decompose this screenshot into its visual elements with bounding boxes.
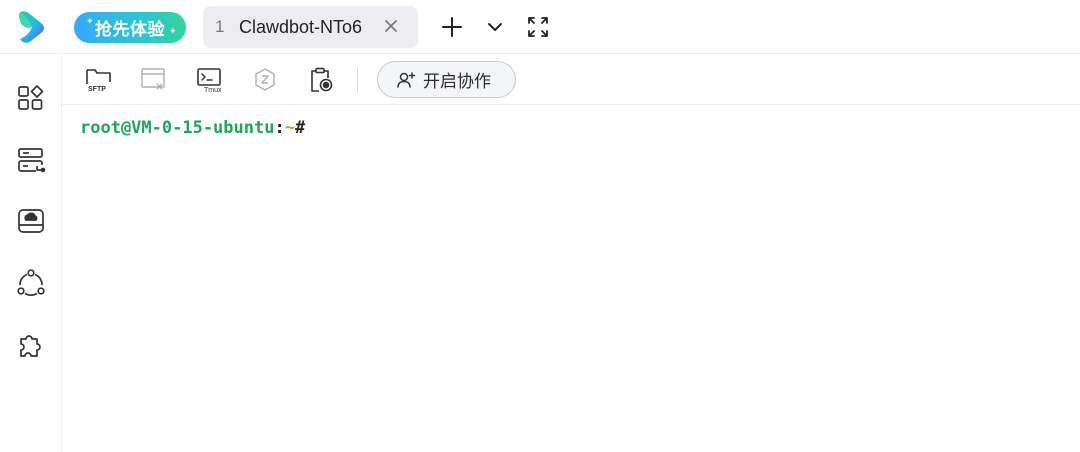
collaboration-label: 开启协作	[423, 72, 491, 92]
add-user-icon	[397, 71, 416, 88]
shell-prompt: root@VM-0-15-ubuntu:~#	[80, 118, 305, 138]
tmux-label: Tmux	[204, 87, 222, 94]
puzzle-plugin-icon[interactable]	[16, 330, 46, 360]
terminal-area[interactable]: root@VM-0-15-ubuntu:~#	[62, 106, 1080, 452]
clipboard-record-icon[interactable]	[306, 66, 336, 94]
session-tab[interactable]: 1 Clawdbot-NTo6	[203, 6, 418, 48]
early-access-label: 抢先体验	[95, 20, 165, 40]
sftp-folder-icon[interactable]: SFTP	[84, 66, 114, 94]
app-logo-icon[interactable]	[14, 9, 48, 45]
tab-title: Clawdbot-NTo6	[239, 16, 363, 37]
prompt-user-host: root@VM-0-15-ubuntu	[80, 118, 275, 138]
left-sidebar	[0, 55, 62, 452]
hexagon-tool-icon[interactable]	[250, 66, 280, 94]
sftp-label: SFTP	[88, 86, 106, 93]
session-toolbar: SFTP Tmux 开启协作	[62, 55, 1080, 105]
prompt-symbol: #	[294, 118, 306, 138]
fullscreen-icon[interactable]	[525, 14, 551, 40]
cloud-drive-icon[interactable]	[16, 206, 46, 236]
chevron-down-icon[interactable]	[482, 14, 508, 40]
prompt-path: ~	[284, 118, 295, 138]
toolbar-divider	[357, 68, 358, 92]
sparkle-icon: ✦	[168, 27, 177, 37]
add-tab-icon[interactable]	[439, 14, 465, 40]
tmux-terminal-icon[interactable]: Tmux	[195, 66, 225, 94]
title-bar: ✦ 抢先体验 ✦ 1 Clawdbot-NTo6	[0, 0, 1080, 54]
prompt-colon: :	[274, 118, 285, 138]
remote-desktop-icon[interactable]	[139, 66, 169, 94]
server-list-icon[interactable]	[16, 146, 46, 176]
apps-grid-icon[interactable]	[16, 83, 46, 113]
early-access-badge[interactable]: ✦ 抢先体验 ✦	[74, 12, 186, 43]
start-collaboration-button[interactable]: 开启协作	[377, 61, 516, 98]
close-icon[interactable]	[382, 17, 400, 35]
tab-number: 1	[215, 17, 225, 36]
network-nodes-icon[interactable]	[16, 268, 46, 298]
sparkle-icon: ✦	[86, 17, 95, 27]
